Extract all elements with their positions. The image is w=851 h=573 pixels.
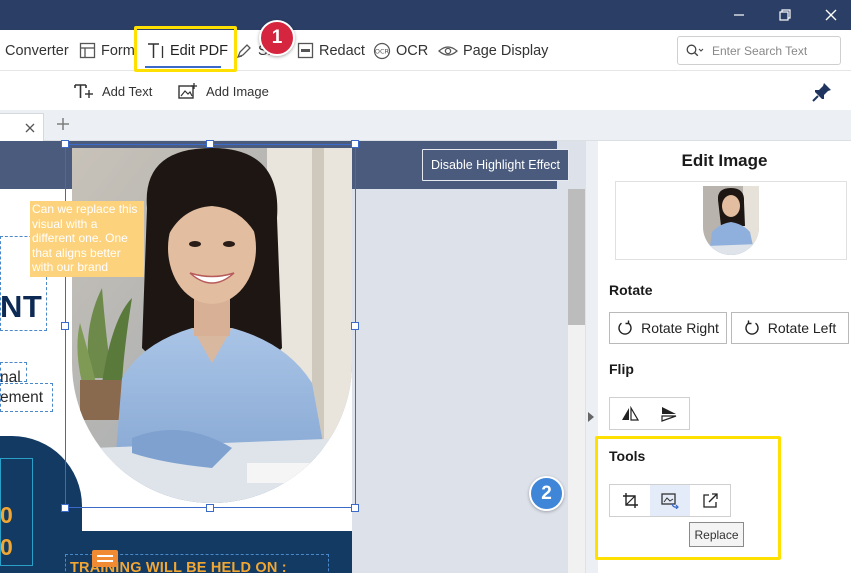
ocr-icon: OCR — [373, 42, 391, 60]
resize-handle-top[interactable] — [206, 140, 214, 148]
svg-text:OCR: OCR — [375, 47, 390, 55]
rotate-right-button[interactable]: Rotate Right — [609, 312, 727, 344]
search-icon — [686, 44, 704, 56]
flip-button-group — [609, 397, 690, 430]
search-input[interactable] — [712, 43, 832, 58]
form-icon — [79, 42, 96, 59]
heading-fragment[interactable]: NT — [0, 289, 42, 325]
document-scrollbar-thumb[interactable] — [568, 189, 585, 325]
crop-icon — [622, 493, 638, 508]
step-1-badge: 1 — [259, 20, 295, 56]
add-image-icon — [178, 82, 197, 100]
minimize-button[interactable] — [716, 0, 762, 30]
flip-vertical-icon — [661, 406, 677, 422]
plus-icon — [57, 118, 69, 130]
image-preview-thumbnail — [703, 186, 759, 255]
active-tool-underline — [145, 66, 221, 68]
form-tool[interactable]: Form — [79, 30, 135, 71]
rotate-left-icon — [744, 320, 760, 336]
restore-icon — [779, 9, 791, 21]
rotate-section-label: Rotate — [609, 282, 653, 298]
crop-button[interactable] — [610, 485, 650, 516]
redact-tool[interactable]: Redact — [297, 30, 365, 71]
close-button[interactable] — [808, 0, 851, 30]
tools-button-group — [609, 484, 731, 517]
restore-button[interactable] — [762, 0, 808, 30]
collapse-arrow-icon[interactable] — [588, 412, 594, 422]
pin-icon — [812, 83, 831, 102]
converter-label: Converter — [5, 42, 69, 59]
add-image-label: Add Image — [206, 83, 269, 99]
close-icon — [825, 9, 837, 21]
resize-handle-top-left[interactable] — [61, 140, 69, 148]
pen-icon — [235, 42, 253, 60]
new-tab-button[interactable] — [52, 113, 74, 135]
number-2: 0 — [0, 534, 13, 560]
panel-collapse-strip[interactable] — [586, 141, 598, 573]
form-label: Form — [101, 42, 135, 59]
eye-icon — [438, 43, 458, 59]
number-1: 0 — [0, 502, 13, 528]
add-text-label: Add Text — [102, 83, 153, 99]
edit-pdf-label: Edit PDF — [170, 42, 229, 59]
search-box[interactable] — [677, 36, 841, 65]
resize-handle-right[interactable] — [351, 322, 359, 330]
comment-marker-icon[interactable] — [92, 550, 118, 567]
rotate-right-label: Rotate Right — [641, 320, 719, 336]
ocr-tool[interactable]: OCR OCR — [373, 30, 428, 71]
resize-handle-bottom[interactable] — [206, 504, 214, 512]
resize-handle-bottom-right[interactable] — [351, 504, 359, 512]
document-tab[interactable] — [0, 113, 44, 141]
step-2-badge: 2 — [529, 476, 564, 511]
pin-toolbar-button[interactable] — [812, 82, 832, 102]
flip-vertical-button[interactable] — [650, 398, 690, 429]
extract-image-icon — [702, 493, 718, 508]
title-bar — [0, 0, 851, 30]
add-text-button[interactable]: Add Text — [74, 72, 152, 110]
document-tab-bar — [0, 110, 851, 141]
redact-label: Redact — [319, 42, 365, 59]
close-tab-icon — [25, 123, 35, 132]
replace-image-icon — [660, 493, 679, 509]
close-tab-button[interactable] — [25, 123, 35, 133]
add-image-button[interactable]: Add Image — [178, 72, 269, 110]
resize-handle-left[interactable] — [61, 322, 69, 330]
thumbnail-photo — [703, 186, 759, 255]
replace-tooltip: Replace — [689, 522, 744, 547]
disable-highlight-button[interactable]: Disable Highlight Effect — [422, 149, 569, 181]
ocr-label: OCR — [396, 42, 429, 59]
rotate-left-button[interactable]: Rotate Left — [731, 312, 849, 344]
add-text-icon — [74, 83, 93, 100]
resize-handle-bottom-left[interactable] — [61, 504, 69, 512]
edit-pdf-tool[interactable]: Edit PDF — [146, 30, 228, 71]
rotate-left-label: Rotate Left — [767, 320, 837, 336]
converter-tool[interactable]: Converter — [5, 30, 69, 71]
flip-section-label: Flip — [609, 361, 634, 377]
panel-title: Edit Image — [681, 151, 768, 170]
image-selection-box[interactable] — [65, 144, 356, 508]
flip-horizontal-button[interactable] — [610, 398, 650, 429]
replace-image-button[interactable] — [650, 485, 690, 516]
rotate-right-icon — [617, 320, 633, 336]
page-display-tool[interactable]: Page Display — [438, 30, 548, 71]
tools-section-label: Tools — [609, 448, 646, 464]
redact-icon — [297, 42, 314, 59]
edit-subtoolbar: Add Text Add Image — [0, 72, 851, 110]
resize-handle-top-right[interactable] — [351, 140, 359, 148]
page-display-label: Page Display — [463, 42, 549, 59]
sticky-note[interactable]: Can we replace this visual with a differ… — [30, 201, 144, 277]
edit-text-icon — [146, 41, 165, 60]
text-line2-fragment[interactable]: ement — [0, 389, 43, 407]
minimize-icon — [734, 14, 744, 16]
extract-image-button[interactable] — [690, 485, 730, 516]
flip-horizontal-icon — [621, 405, 639, 421]
